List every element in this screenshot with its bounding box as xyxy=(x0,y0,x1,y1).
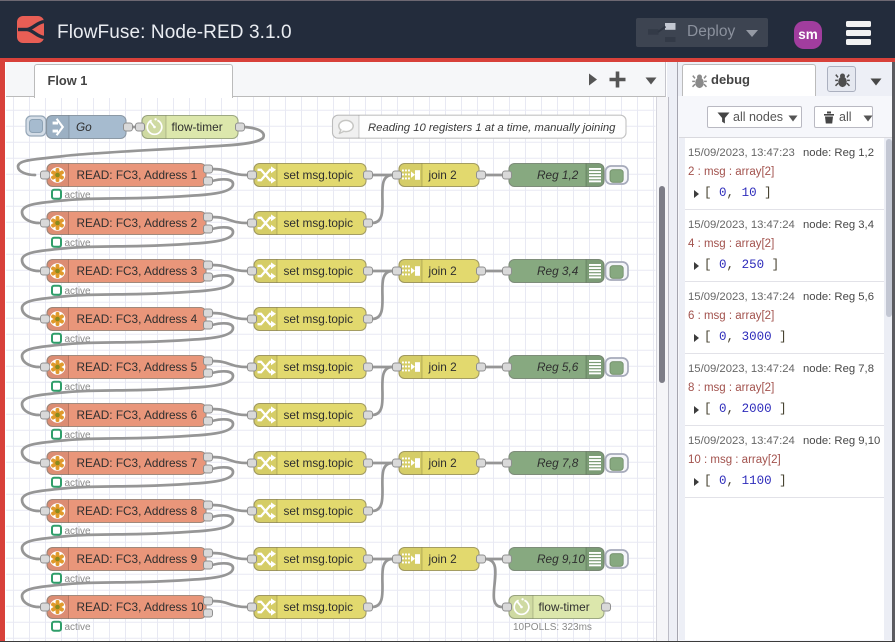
svg-text:READ: FC3, Address 10: READ: FC3, Address 10 xyxy=(77,600,205,614)
svg-text:READ: FC3, Address 8: READ: FC3, Address 8 xyxy=(77,504,198,518)
svg-text:set msg.topic: set msg.topic xyxy=(284,504,354,518)
svg-text:active: active xyxy=(65,190,92,201)
svg-text:flow-timer: flow-timer xyxy=(172,120,223,134)
svg-text:READ: FC3, Address 6: READ: FC3, Address 6 xyxy=(77,408,198,422)
svg-text:READ: FC3, Address 7: READ: FC3, Address 7 xyxy=(77,456,198,470)
svg-text:10POLLS: 323ms: 10POLLS: 323ms xyxy=(513,622,592,633)
svg-text:set msg.topic: set msg.topic xyxy=(284,552,354,566)
svg-text:Reg 9,10: Reg 9,10 xyxy=(537,552,585,566)
svg-text:Go: Go xyxy=(76,120,92,134)
svg-text:active: active xyxy=(65,574,92,585)
svg-text:Reg 3,4: Reg 3,4 xyxy=(537,264,579,278)
svg-text:READ: FC3, Address 2: READ: FC3, Address 2 xyxy=(77,216,198,230)
svg-text:flow-timer: flow-timer xyxy=(539,600,590,614)
svg-text:active: active xyxy=(65,430,92,441)
svg-text:Reg 5,6: Reg 5,6 xyxy=(537,360,579,374)
svg-text:active: active xyxy=(65,286,92,297)
svg-text:READ: FC3, Address 1: READ: FC3, Address 1 xyxy=(77,168,198,182)
svg-text:set msg.topic: set msg.topic xyxy=(284,456,354,470)
svg-text:set msg.topic: set msg.topic xyxy=(284,312,354,326)
svg-text:active: active xyxy=(65,382,92,393)
svg-text:set msg.topic: set msg.topic xyxy=(284,600,354,614)
svg-text:active: active xyxy=(65,238,92,249)
svg-text:set msg.topic: set msg.topic xyxy=(284,168,354,182)
svg-text:READ: FC3, Address 9: READ: FC3, Address 9 xyxy=(77,552,198,566)
svg-text:active: active xyxy=(65,478,92,489)
svg-text:join 2: join 2 xyxy=(428,168,457,182)
svg-text:set msg.topic: set msg.topic xyxy=(284,360,354,374)
svg-text:set msg.topic: set msg.topic xyxy=(284,216,354,230)
svg-text:active: active xyxy=(65,622,92,633)
svg-text:active: active xyxy=(65,526,92,537)
svg-text:join 2: join 2 xyxy=(428,264,457,278)
svg-text:join 2: join 2 xyxy=(428,360,457,374)
svg-text:active: active xyxy=(65,334,92,345)
svg-text:Reading 10 registers 1 at a ti: Reading 10 registers 1 at a time, manual… xyxy=(368,122,616,134)
svg-text:READ: FC3, Address 3: READ: FC3, Address 3 xyxy=(77,264,198,278)
svg-text:READ: FC3, Address 5: READ: FC3, Address 5 xyxy=(77,360,198,374)
svg-text:READ: FC3, Address 4: READ: FC3, Address 4 xyxy=(77,312,198,326)
svg-text:join 2: join 2 xyxy=(428,552,457,566)
svg-text:set msg.topic: set msg.topic xyxy=(284,408,354,422)
svg-text:Reg 1,2: Reg 1,2 xyxy=(537,168,579,182)
svg-text:set msg.topic: set msg.topic xyxy=(284,264,354,278)
svg-text:join 2: join 2 xyxy=(428,456,457,470)
svg-text:Reg 7,8: Reg 7,8 xyxy=(537,456,579,470)
